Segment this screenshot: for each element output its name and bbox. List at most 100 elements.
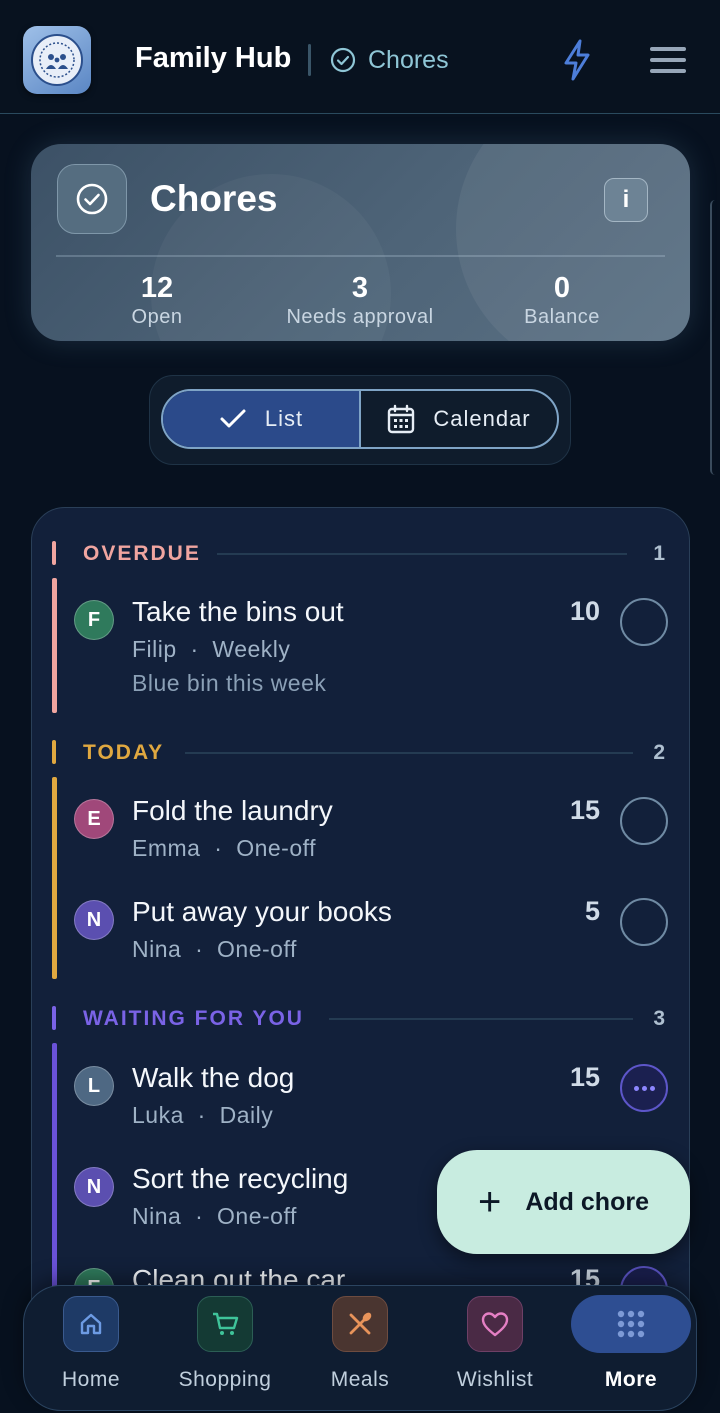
- chore-assignee: Nina: [132, 936, 182, 962]
- nav-home[interactable]: Home: [24, 1296, 158, 1406]
- family-hub-logo[interactable]: [23, 26, 91, 94]
- stat-value: 0: [553, 272, 571, 304]
- hero-divider: [56, 255, 665, 257]
- heart-icon: [467, 1296, 523, 1352]
- chore-item[interactable]: F Take the bins out Filip · Weekly Blue …: [32, 594, 689, 696]
- complete-checkbox[interactable]: [620, 797, 668, 845]
- chore-item[interactable]: E Fold the laundry Emma · One-off 15: [32, 793, 689, 873]
- view-toggle: List Calendar: [161, 389, 559, 449]
- section-marker: [52, 740, 56, 764]
- dot: [649, 1085, 655, 1091]
- nav-meals[interactable]: Meals: [293, 1296, 427, 1406]
- stat-needs-approval: 3 Needs approval: [260, 272, 460, 329]
- nav-shopping[interactable]: Shopping: [158, 1296, 292, 1406]
- meta-separator: ·: [195, 936, 204, 962]
- chore-meta: Filip · Weekly: [132, 636, 290, 663]
- stat-value: 3: [351, 272, 369, 304]
- section-header-waiting: WAITING FOR YOU 3: [32, 1006, 689, 1030]
- section-title: OVERDUE: [83, 542, 201, 565]
- meta-separator: ·: [214, 835, 223, 861]
- bolt-icon[interactable]: [560, 38, 594, 82]
- check-icon: [220, 409, 246, 428]
- menu-line: [650, 58, 686, 62]
- stat-label: Needs approval: [286, 306, 434, 328]
- section-rule: [217, 553, 627, 555]
- scroll-indicator: [710, 200, 720, 475]
- breadcrumb-label: Chores: [368, 45, 449, 74]
- chore-title: Sort the recycling: [132, 1163, 349, 1194]
- more-options-button[interactable]: [620, 1064, 668, 1112]
- cart-icon: [197, 1296, 253, 1352]
- complete-checkbox[interactable]: [620, 898, 668, 946]
- chore-assignee: Nina: [132, 1203, 182, 1229]
- avatar: N: [74, 1167, 114, 1207]
- section-count: 1: [653, 542, 665, 565]
- chore-note: Blue bin this week: [132, 670, 327, 696]
- chore-list-panel: OVERDUE 1 F Take the bins out Filip · We…: [31, 507, 690, 1387]
- dot: [641, 1085, 647, 1091]
- section-marker: [52, 541, 56, 565]
- nav-more[interactable]: More: [564, 1296, 698, 1406]
- section-header-today: TODAY 2: [32, 740, 689, 764]
- stat-open: 12 Open: [57, 272, 257, 329]
- nav-label: Meals: [330, 1368, 390, 1391]
- breadcrumb-chores[interactable]: Chores: [330, 44, 449, 76]
- info-button[interactable]: i: [604, 178, 648, 222]
- toggle-list-label: List: [264, 406, 304, 431]
- chore-frequency: Weekly: [212, 636, 291, 662]
- chore-frequency: One-off: [236, 835, 316, 861]
- app-brand-title: Family Hub: [135, 42, 292, 74]
- plus-icon: +: [478, 1180, 502, 1224]
- meta-separator: ·: [195, 1203, 204, 1229]
- toggle-list[interactable]: List: [163, 391, 361, 447]
- nav-wishlist[interactable]: Wishlist: [428, 1296, 562, 1406]
- chore-title: Fold the laundry: [132, 795, 333, 826]
- section-title: WAITING FOR YOU: [83, 1007, 304, 1030]
- chores-check-icon: [57, 164, 127, 234]
- section-rule: [329, 1018, 633, 1020]
- chore-assignee: Emma: [132, 835, 201, 861]
- section-count: 3: [653, 1007, 665, 1030]
- home-icon: [63, 1296, 119, 1352]
- section-marker: [52, 1006, 56, 1030]
- avatar: N: [74, 900, 114, 940]
- chore-title: Walk the dog: [132, 1062, 295, 1093]
- chore-frequency: One-off: [217, 936, 297, 962]
- hamburger-menu-button[interactable]: [650, 47, 686, 73]
- section-rule: [185, 752, 633, 754]
- section-count: 2: [653, 741, 665, 764]
- view-toggle-container: List Calendar: [149, 375, 571, 465]
- nav-more-spacer: [603, 1296, 659, 1352]
- chore-meta: Nina · One-off: [132, 1203, 297, 1230]
- chore-frequency: Daily: [219, 1102, 274, 1128]
- header-divider: [308, 44, 311, 76]
- chore-points: 15: [569, 1062, 600, 1092]
- top-app-bar: Family Hub Chores: [0, 0, 720, 114]
- complete-checkbox[interactable]: [620, 598, 668, 646]
- chore-meta: Emma · One-off: [132, 835, 316, 862]
- avatar: F: [74, 600, 114, 640]
- meta-separator: ·: [197, 1102, 206, 1128]
- check-circle-icon: [330, 47, 356, 73]
- chore-frequency: One-off: [217, 1203, 297, 1229]
- nav-label: More: [604, 1368, 658, 1391]
- nav-label: Shopping: [178, 1368, 272, 1391]
- calendar-icon: [388, 404, 415, 434]
- logo-seal-icon: [31, 34, 83, 86]
- chore-title: Take the bins out: [132, 596, 344, 627]
- dot: [633, 1085, 639, 1091]
- add-chore-button[interactable]: + Add chore: [437, 1150, 690, 1254]
- page-title: Chores: [150, 178, 278, 219]
- add-chore-label: Add chore: [525, 1187, 649, 1216]
- chore-title: Put away your books: [132, 896, 392, 927]
- stat-label: Open: [131, 306, 183, 328]
- chores-summary-card: Chores i 12 Open 3 Needs approval 0 Bala…: [31, 144, 690, 341]
- stat-balance: 0 Balance: [462, 272, 662, 329]
- toggle-calendar[interactable]: Calendar: [361, 391, 557, 447]
- chore-item[interactable]: L Walk the dog Luka · Daily 15: [32, 1060, 689, 1140]
- section-title: TODAY: [83, 741, 165, 764]
- section-header-overdue: OVERDUE 1: [32, 541, 689, 565]
- chore-meta: Luka · Daily: [132, 1102, 273, 1129]
- menu-line: [650, 69, 686, 73]
- chore-item[interactable]: N Put away your books Nina · One-off 5: [32, 894, 689, 974]
